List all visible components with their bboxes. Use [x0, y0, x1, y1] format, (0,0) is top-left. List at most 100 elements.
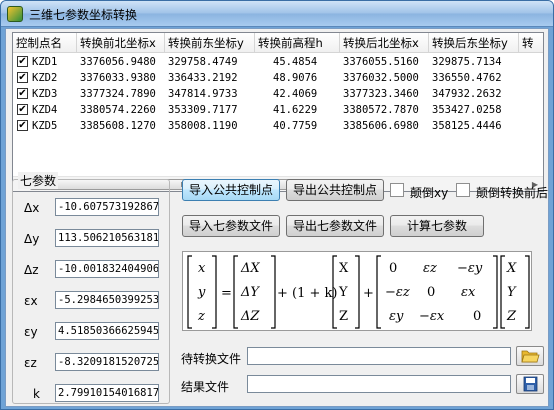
compute-seven-params-button[interactable]: 计算七参数 — [390, 215, 484, 237]
plus-sign: + — [363, 286, 374, 301]
cell-x-after: 3385606.6980 — [343, 120, 419, 132]
cell-y-after: 336550.4762 — [432, 72, 502, 84]
cell-name: KZD4 — [32, 104, 58, 116]
cell-x-after: 3376055.5160 — [343, 56, 419, 68]
column-header-h-after[interactable]: 转 — [519, 33, 543, 53]
m12: εx — [461, 285, 476, 300]
grid-header: 控制点名 转换前北坐标x 转换前东坐标y 转换前高程h 转换后北坐标x 转换后东… — [13, 33, 543, 53]
param-dx-field[interactable]: -10.6075731928678 — [55, 198, 159, 216]
swap-before-after-checkbox[interactable] — [456, 183, 470, 197]
cell-y-before: 329758.4749 — [168, 56, 238, 68]
vec-z: z — [197, 309, 205, 324]
param-label-dx: Δx — [24, 201, 40, 215]
folder-open-icon — [521, 350, 540, 363]
app-icon — [7, 6, 23, 22]
cell-y-after: 347932.2632 — [432, 88, 502, 100]
table-row[interactable]: ✔ KZD2 3376033.9380 336433.2192 48.9076 … — [13, 70, 543, 86]
client-area: 控制点名 转换前北坐标x 转换前东坐标y 转换前高程h 转换后北坐标x 转换后东… — [5, 28, 549, 407]
m22: 0 — [473, 309, 481, 324]
column-header-x-before[interactable]: 转换前北坐标x — [77, 33, 165, 53]
cell-y-before: 347814.9733 — [168, 88, 238, 100]
cell-name: KZD5 — [32, 120, 58, 132]
import-common-points-button[interactable]: 导入公共控制点 — [182, 179, 280, 201]
table-row[interactable]: ✔ KZD1 3376056.9480 329758.4749 45.4854 … — [13, 54, 543, 70]
cell-y-after: 358125.4446 — [432, 120, 502, 132]
column-header-y-after[interactable]: 转换后东坐标y — [429, 33, 519, 53]
swap-before-after-label: 颠倒转换前后 — [476, 186, 549, 200]
main-window: 三维七参数坐标转换 控制点名 转换前北坐标x 转换前东坐标y 转换前高程h 转换… — [0, 0, 554, 410]
export-common-points-button[interactable]: 导出公共控制点 — [286, 179, 384, 201]
column-header-y-before[interactable]: 转换前东坐标y — [165, 33, 255, 53]
param-label-ey: εy — [24, 325, 38, 339]
cell-h-before: 48.9076 — [273, 72, 318, 84]
floppy-disk-icon — [523, 376, 538, 392]
param-label-dy: Δy — [24, 232, 40, 246]
cell-x-before: 3380574.2260 — [80, 104, 156, 116]
import-seven-params-button[interactable]: 导入七参数文件 — [182, 215, 280, 237]
table-row[interactable]: ✔ KZD5 3385608.1270 358008.1190 40.7759 … — [13, 118, 543, 134]
cell-h-before: 42.4069 — [273, 88, 318, 100]
formula-svg: x y z = ΔX ΔY ΔZ + (1 + k) X Y Z + 0 εz — [187, 255, 530, 329]
transformation-formula: x y z = ΔX ΔY ΔZ + (1 + k) X Y Z + 0 εz — [182, 251, 532, 331]
cell-name: KZD1 — [32, 56, 58, 68]
input-file-label: 待转换文件 — [181, 352, 242, 366]
cell-name: KZD2 — [32, 72, 58, 84]
m10: −εz — [385, 285, 410, 300]
param-ez-field[interactable]: -8.32091815207251E — [55, 353, 159, 371]
vec-dy: ΔY — [240, 285, 260, 300]
cell-y-before: 358008.1190 — [168, 120, 238, 132]
m11: 0 — [427, 285, 435, 300]
cell-x-after: 3380572.7870 — [343, 104, 419, 116]
vec-y: y — [197, 285, 206, 300]
cell-name: KZD3 — [32, 88, 58, 100]
cell-y-before: 336433.2192 — [168, 72, 238, 84]
title-bar[interactable]: 三维七参数坐标转换 — [1, 1, 553, 27]
vec-dx: ΔX — [240, 261, 260, 276]
vec-Z: Z — [339, 309, 348, 324]
param-dy-field[interactable]: 113.506210563181 — [55, 229, 159, 247]
row-checkbox[interactable]: ✔ — [17, 120, 28, 131]
equals-sign: = — [221, 286, 232, 301]
vec-Y: Y — [338, 285, 348, 300]
open-file-button[interactable] — [516, 346, 544, 366]
vec-x: x — [198, 261, 206, 276]
column-header-name[interactable]: 控制点名 — [13, 33, 77, 53]
m02: −εy — [457, 261, 483, 276]
control-point-grid[interactable]: 控制点名 转换前北坐标x 转换前东坐标y 转换前高程h 转换后北坐标x 转换后东… — [12, 32, 544, 192]
row-checkbox[interactable]: ✔ — [17, 104, 28, 115]
cell-y-after: 353427.0258 — [432, 104, 502, 116]
column-header-h-before[interactable]: 转换前高程h — [255, 33, 340, 53]
param-dz-field[interactable]: -10.0018324049067 — [55, 260, 159, 278]
cell-x-before: 3377324.7890 — [80, 88, 156, 100]
cell-x-before: 3385608.1270 — [80, 120, 156, 132]
column-header-x-after[interactable]: 转换后北坐标x — [340, 33, 429, 53]
swap-xy-label: 颠倒xy — [410, 186, 449, 200]
row-checkbox[interactable]: ✔ — [17, 88, 28, 99]
vec-X: X — [339, 261, 349, 276]
cell-x-before: 3376056.9480 — [80, 56, 156, 68]
table-row[interactable]: ✔ KZD4 3380574.2260 353309.7177 41.6229 … — [13, 102, 543, 118]
m21: −εx — [419, 309, 445, 324]
param-k-field[interactable]: 2.79910154016817E- — [55, 384, 159, 402]
export-seven-params-button[interactable]: 导出七参数文件 — [286, 215, 384, 237]
window-title: 三维七参数坐标转换 — [29, 8, 138, 22]
row-checkbox[interactable]: ✔ — [17, 56, 28, 67]
row-checkbox[interactable]: ✔ — [17, 72, 28, 83]
save-file-button[interactable] — [516, 374, 544, 394]
cell-x-after: 3377323.3460 — [343, 88, 419, 100]
vec2-X: X — [506, 261, 517, 276]
table-row[interactable]: ✔ KZD3 3377324.7890 347814.9733 42.4069 … — [13, 86, 543, 102]
input-file-field[interactable] — [247, 347, 511, 365]
param-label-ez: εz — [24, 356, 37, 370]
swap-xy-checkbox[interactable] — [390, 183, 404, 197]
vec2-Z: Z — [506, 309, 517, 324]
m20: εy — [389, 309, 404, 324]
param-ex-field[interactable]: -5.29846503992534E — [55, 291, 159, 309]
vec2-Y: Y — [507, 285, 517, 300]
m00: 0 — [389, 261, 397, 276]
param-ey-field[interactable]: 4.51850366625945E-1 — [55, 322, 159, 340]
cell-x-before: 3376033.9380 — [80, 72, 156, 84]
cell-h-before: 45.4854 — [273, 56, 318, 68]
param-label-dz: Δz — [24, 263, 39, 277]
output-file-field[interactable] — [247, 375, 511, 393]
